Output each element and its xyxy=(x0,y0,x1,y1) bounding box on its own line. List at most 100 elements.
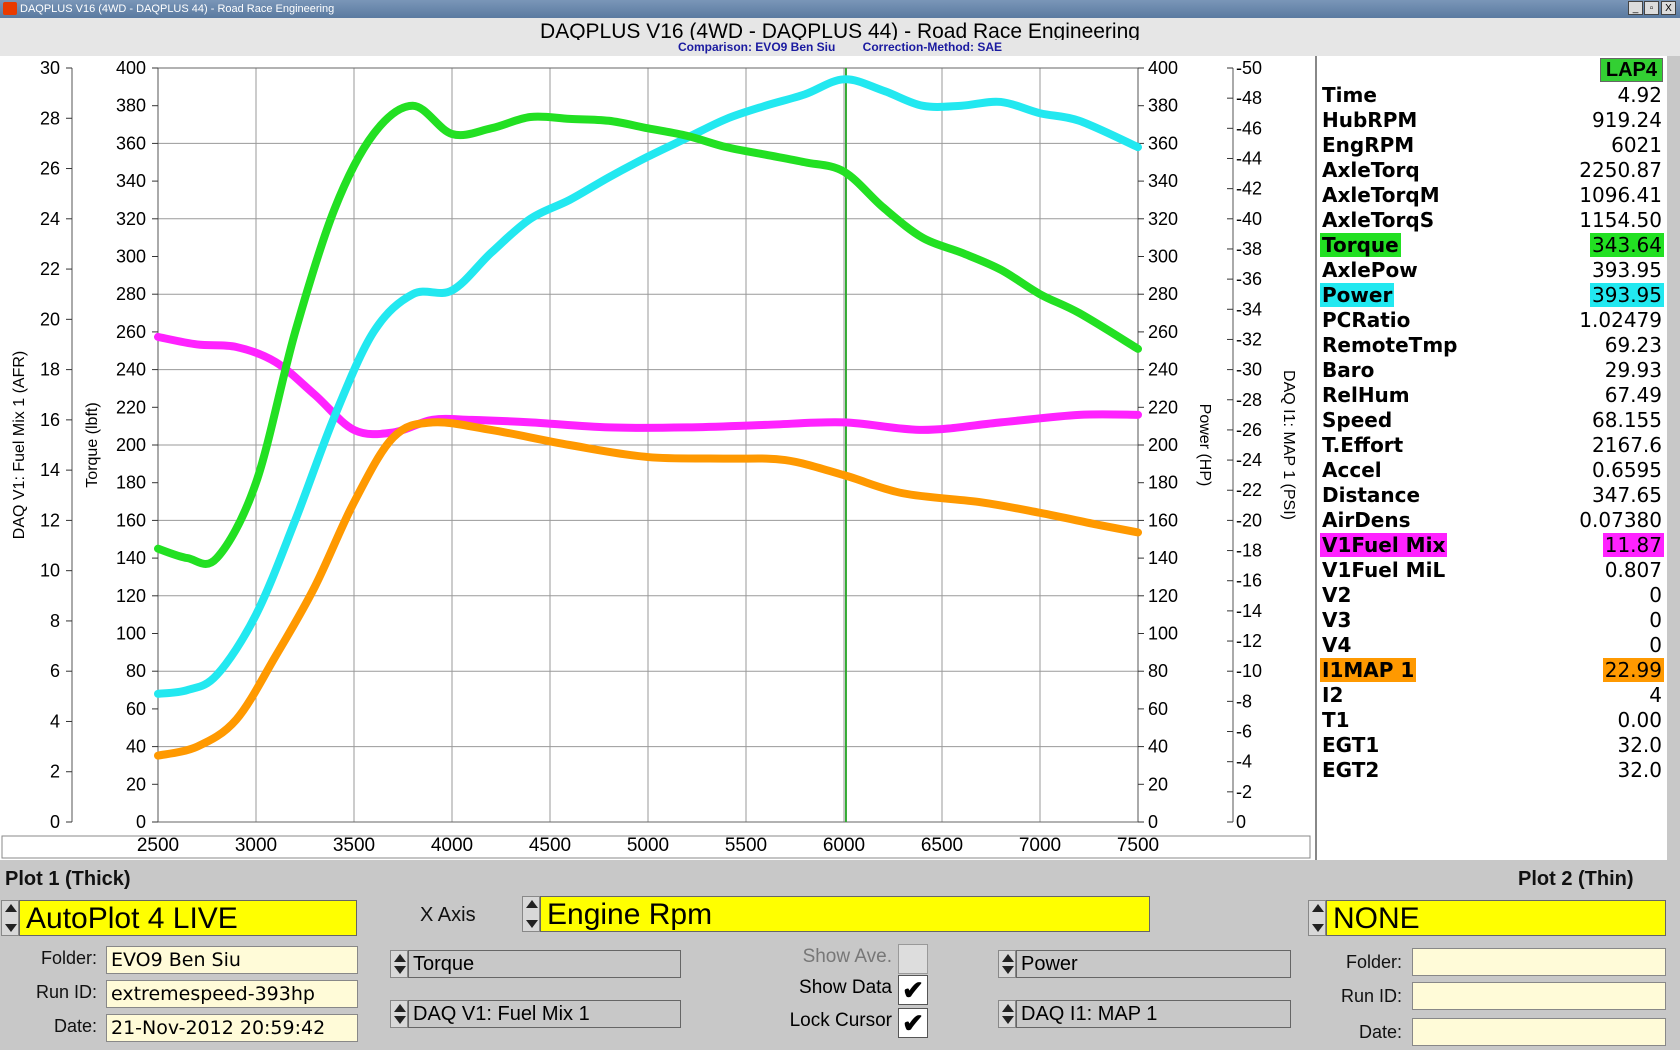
x-axis-spinner[interactable] xyxy=(522,896,540,932)
spin-up-icon[interactable] xyxy=(1002,1004,1014,1012)
readout-row: T.Effort 2167.6 xyxy=(1317,433,1667,457)
correction-label: Correction-Method: SAE xyxy=(862,40,1003,54)
right_outer-tick-label: -2 xyxy=(1236,782,1252,802)
right_outer-tick-label: -22 xyxy=(1236,480,1262,500)
readout-row: V1Fuel Mix 11.87 xyxy=(1317,533,1667,557)
readout-label: V3 xyxy=(1322,608,1352,632)
restore-button[interactable]: ▫ xyxy=(1644,1,1659,15)
chart-header: DAQPLUS V16 (4WD - DAQPLUS 44) - Road Ra… xyxy=(0,18,1680,56)
plot2-date-label: Date: xyxy=(1358,1022,1402,1042)
right_inner-tick-label: 220 xyxy=(1148,397,1178,417)
left_inner-tick-label: 140 xyxy=(116,548,146,568)
readout-value: 0 xyxy=(1649,608,1662,632)
left_inner-tick-label: 160 xyxy=(116,510,146,530)
plot1-select[interactable]: AutoPlot 4 LIVE xyxy=(19,900,357,936)
readout-row: AxlePow 393.95 xyxy=(1317,258,1667,282)
readout-value: 67.49 xyxy=(1604,383,1662,407)
torque-channel-select[interactable]: Torque xyxy=(408,950,681,978)
spin-up-icon[interactable] xyxy=(5,904,17,912)
runid-field[interactable]: extremespeed-393hp xyxy=(106,980,358,1008)
left_inner-tick-label: 40 xyxy=(126,737,146,757)
spin-down-icon[interactable] xyxy=(394,966,406,974)
readout-value: 68.155 xyxy=(1592,408,1662,432)
plot2-spinner[interactable] xyxy=(1308,900,1326,936)
map-channel-select[interactable]: DAQ I1: MAP 1 xyxy=(1016,1000,1291,1028)
readouts-panel: LAP4 Time 4.92 HubRPM 919.24 EngRPM 6021 AxleT… xyxy=(1315,56,1667,860)
right_inner-tick-label: 380 xyxy=(1148,96,1178,116)
spin-down-icon[interactable] xyxy=(1002,1016,1014,1024)
readout-value: 343.64 xyxy=(1590,233,1664,257)
power-channel-spinner[interactable] xyxy=(998,950,1016,978)
readout-value: 0.807 xyxy=(1604,558,1662,582)
readout-row: I1MAP 1 22.99 xyxy=(1317,658,1667,682)
readout-label: Baro xyxy=(1322,358,1375,382)
spin-up-icon[interactable] xyxy=(526,900,538,908)
left_outer-axis-title: DAQ V1: Fuel Mix 1 (AFR) xyxy=(11,351,28,539)
spin-down-icon[interactable] xyxy=(5,924,17,932)
plot2-select[interactable]: NONE xyxy=(1326,900,1666,936)
readout-value: 0.00 xyxy=(1617,708,1662,732)
show-data-checkbox[interactable]: ✔ xyxy=(898,975,928,1005)
app-icon xyxy=(3,2,17,15)
readout-label: AxleTorq xyxy=(1322,158,1420,182)
right_outer-tick-label: -48 xyxy=(1236,88,1262,108)
spin-down-icon[interactable] xyxy=(1002,966,1014,974)
left_outer-tick-label: 2 xyxy=(50,762,60,782)
left_inner-tick-label: 240 xyxy=(116,360,146,380)
readout-row: V4 0 xyxy=(1317,633,1667,657)
spin-up-icon[interactable] xyxy=(394,954,406,962)
right_inner-tick-label: 400 xyxy=(1148,58,1178,78)
left_outer-tick-label: 4 xyxy=(50,711,60,731)
readout-label: EGT2 xyxy=(1322,758,1380,782)
readout-row: V2 0 xyxy=(1317,583,1667,607)
plot2-label: Plot 2 (Thin) xyxy=(1518,868,1634,890)
lock-cursor-checkbox[interactable]: ✔ xyxy=(898,1008,928,1038)
readout-value: 69.23 xyxy=(1604,333,1662,357)
readout-label: V1Fuel MiL xyxy=(1322,558,1446,582)
plot2-runid-field[interactable] xyxy=(1412,982,1666,1010)
folder-field[interactable]: EVO9 Ben Siu xyxy=(106,946,358,974)
right_outer-tick-label: -34 xyxy=(1236,299,1262,319)
plot2-folder-field[interactable] xyxy=(1412,948,1666,976)
right_outer-tick-label: -20 xyxy=(1236,510,1262,530)
spin-down-icon[interactable] xyxy=(1312,924,1324,932)
spin-up-icon[interactable] xyxy=(394,1004,406,1012)
x-tick-label: 3500 xyxy=(333,835,375,856)
x-tick-label: 6500 xyxy=(921,835,963,856)
readout-row: Distance 347.65 xyxy=(1317,483,1667,507)
spin-down-icon[interactable] xyxy=(394,1016,406,1024)
lock-cursor-label: Lock Cursor xyxy=(789,1010,892,1031)
readout-row: Baro 29.93 xyxy=(1317,358,1667,382)
readout-value: 4.92 xyxy=(1617,83,1662,107)
power-channel-select[interactable]: Power xyxy=(1016,950,1291,978)
torque-channel-spinner[interactable] xyxy=(390,950,408,978)
left_inner-tick-label: 100 xyxy=(116,624,146,644)
right_outer-tick-label: -4 xyxy=(1236,752,1252,772)
left_outer-tick-label: 14 xyxy=(40,460,60,480)
show-ave-checkbox[interactable] xyxy=(898,944,928,974)
right_outer-tick-label: -42 xyxy=(1236,179,1262,199)
fuel-channel-spinner[interactable] xyxy=(390,1000,408,1028)
fuel-channel-select[interactable]: DAQ V1: Fuel Mix 1 xyxy=(408,1000,681,1028)
map-channel-spinner[interactable] xyxy=(998,1000,1016,1028)
plot1-spinner[interactable] xyxy=(1,900,19,936)
x-axis-select[interactable]: Engine Rpm xyxy=(540,896,1150,932)
plot2-date-field[interactable] xyxy=(1412,1018,1666,1046)
readout-row: AxleTorqS 1154.50 xyxy=(1317,208,1667,232)
spin-down-icon[interactable] xyxy=(526,920,538,928)
right_inner-tick-label: 60 xyxy=(1148,699,1168,719)
minimize-button[interactable]: _ xyxy=(1628,1,1643,15)
plot2-folder-label: Folder: xyxy=(1345,952,1402,972)
close-button[interactable]: X xyxy=(1661,1,1676,15)
left_outer-tick-label: 10 xyxy=(40,561,60,581)
date-field[interactable]: 21-Nov-2012 20:59:42 xyxy=(106,1014,358,1042)
spin-up-icon[interactable] xyxy=(1312,904,1324,912)
readout-label: T.Effort xyxy=(1322,433,1404,457)
left_inner-tick-label: 120 xyxy=(116,586,146,606)
spin-up-icon[interactable] xyxy=(1002,954,1014,962)
dyno-chart[interactable]: 2500 3000 3500 4000 4500 5000 5500 6000 6500 7000… xyxy=(0,56,1315,860)
readout-row: V3 0 xyxy=(1317,608,1667,632)
left_outer-tick-label: 0 xyxy=(50,812,60,832)
readout-value: 29.93 xyxy=(1604,358,1662,382)
left_outer-tick-label: 20 xyxy=(40,309,60,329)
